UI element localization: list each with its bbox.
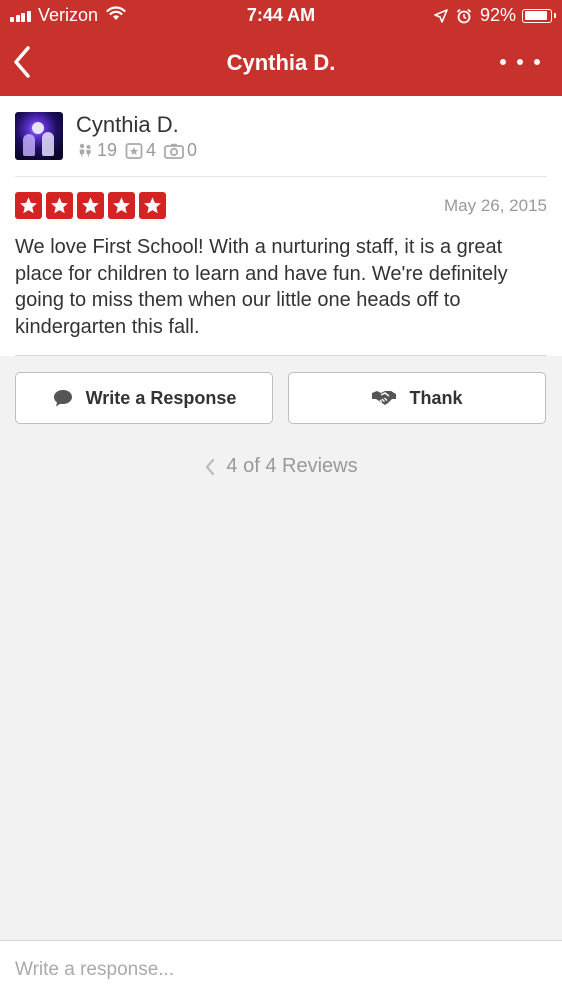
app-header: Verizon 7:44 AM 92% Cynthia D. (0, 0, 562, 96)
battery-icon (522, 8, 556, 23)
write-response-button[interactable]: Write a Response (15, 372, 273, 424)
speech-bubble-icon (53, 390, 72, 407)
divider (15, 355, 547, 356)
friends-stat: 19 (76, 140, 117, 161)
divider (15, 176, 547, 177)
status-bar: Verizon 7:44 AM 92% (0, 0, 562, 32)
more-button[interactable] (500, 50, 540, 74)
handshake-icon (372, 391, 397, 405)
write-response-label: Write a Response (85, 387, 237, 408)
location-arrow-icon (434, 8, 448, 23)
battery-tip (553, 13, 556, 18)
star-icon (108, 192, 135, 219)
pager-text: 4 of 4 Reviews (226, 455, 358, 477)
star-icon (15, 192, 42, 219)
page-title: Cynthia D. (226, 50, 336, 75)
star-rating (15, 192, 170, 219)
nav-bar: Cynthia D. (0, 34, 562, 92)
reviews-stat: 4 (125, 140, 156, 161)
status-right: 92% (434, 5, 556, 26)
user-name[interactable]: Cynthia D. (76, 112, 179, 138)
response-input[interactable] (15, 953, 547, 987)
review-card: Cynthia D. 19 4 0 May 26, 2015 We love F… (0, 96, 562, 356)
review-star-icon (125, 142, 143, 159)
review-text: We love First School! With a nurturing s… (15, 236, 508, 338)
star-icon (46, 192, 73, 219)
photos-stat: 0 (164, 140, 197, 161)
battery-percent: 92% (479, 5, 516, 25)
alarm-icon (456, 8, 472, 24)
more-dots-icon (500, 59, 506, 65)
review-pager: 4 of 4 Reviews (0, 455, 562, 478)
battery-fill (524, 11, 547, 20)
thank-label: Thank (409, 387, 463, 408)
friends-icon (79, 143, 91, 158)
photos-count: 0 (187, 140, 198, 160)
friends-count: 19 (97, 140, 118, 160)
previous-review-button[interactable] (204, 458, 216, 476)
thank-button[interactable]: Thank (288, 372, 546, 424)
user-stats: 19 4 0 (76, 140, 205, 161)
avatar[interactable] (15, 112, 63, 160)
chevron-left-icon (206, 458, 215, 475)
reviews-count: 4 (146, 140, 157, 160)
camera-icon (164, 143, 184, 159)
compose-bar (0, 940, 562, 1000)
star-icon (77, 192, 104, 219)
star-icon (139, 192, 166, 219)
review-date: May 26, 2015 (443, 196, 547, 215)
